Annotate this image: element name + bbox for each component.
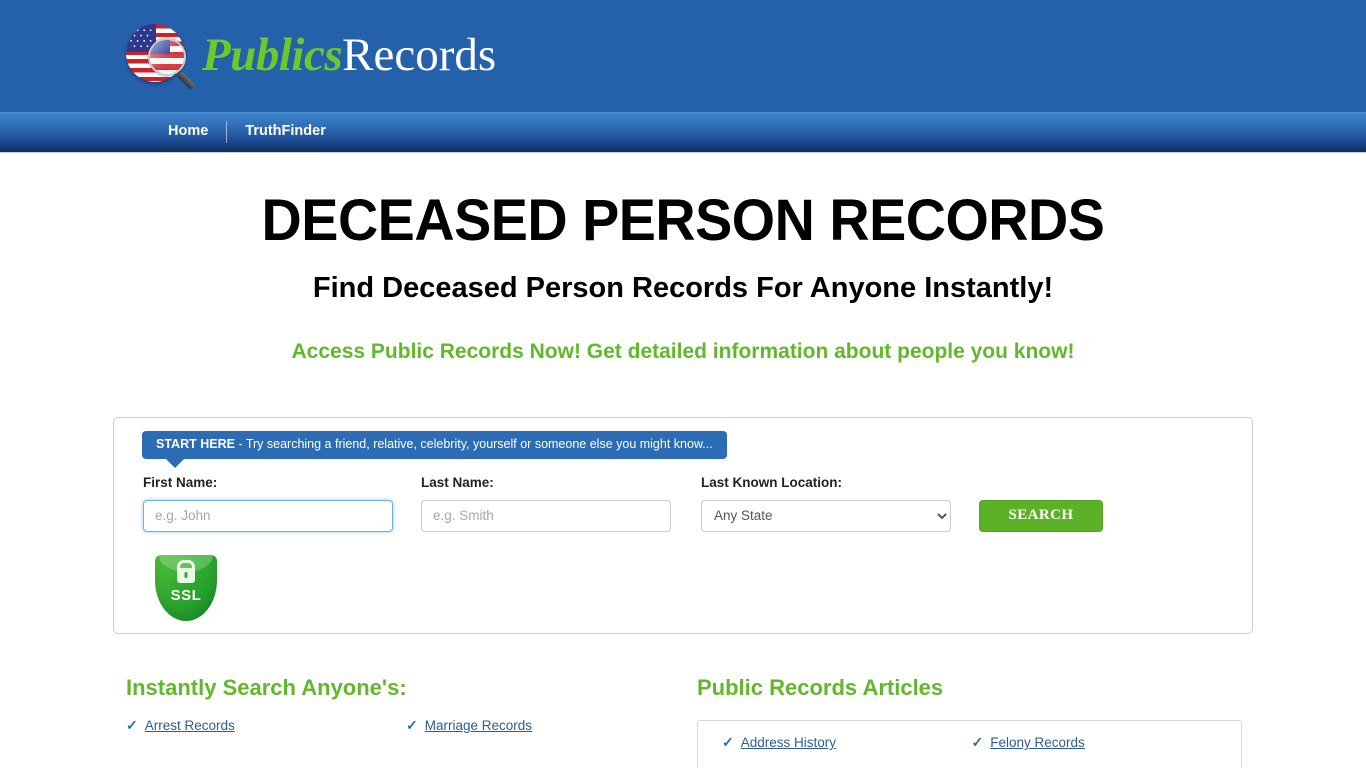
list-item: ✓ Marriage Records: [406, 718, 686, 733]
instant-search-link-grid: ✓ Arrest Records ✓ Marriage Records: [126, 718, 686, 750]
articles-section: Public Records Articles ✓ Address Histor…: [697, 660, 1242, 768]
lower-content: Instantly Search Anyone's: ✓ Arrest Reco…: [0, 660, 1366, 768]
list-item: ✓ Arrest Records: [126, 718, 406, 733]
ssl-shield-lock-icon: SSL: [155, 555, 217, 621]
location-field-group: Last Known Location: Any State: [701, 476, 951, 532]
articles-box: ✓ Address History ✓ Felony Records: [697, 720, 1242, 768]
start-here-label: START HERE: [156, 437, 235, 451]
ssl-badge-label: SSL: [170, 587, 202, 604]
logo-text: PublicsRecords: [202, 28, 497, 81]
usa-flag-magnifier-icon: [124, 18, 196, 92]
first-name-label: First Name:: [143, 475, 218, 490]
page-title: DECEASED PERSON RECORDS: [261, 188, 1105, 253]
last-name-field-group: Last Name:: [421, 476, 671, 532]
site-logo[interactable]: PublicsRecords: [124, 18, 496, 92]
magnifier-lens-gloss: [150, 40, 184, 74]
link-marriage-records[interactable]: Marriage Records: [425, 719, 532, 733]
magnifier-lens-icon: [148, 38, 186, 76]
list-item: ✓ Felony Records: [972, 735, 1222, 750]
first-name-field-group: First Name:: [143, 476, 393, 532]
last-name-label: Last Name:: [421, 475, 494, 490]
search-panel: START HERE - Try searching a friend, rel…: [113, 417, 1253, 634]
link-address-history[interactable]: Address History: [741, 736, 836, 750]
articles-link-grid: ✓ Address History ✓ Felony Records: [722, 735, 1221, 767]
site-header: PublicsRecords: [0, 0, 1366, 112]
link-arrest-records[interactable]: Arrest Records: [145, 719, 235, 733]
logo-text-records: Records: [342, 28, 497, 81]
link-felony-records[interactable]: Felony Records: [990, 736, 1085, 750]
nav-item-home[interactable]: Home: [150, 124, 226, 139]
articles-title: Public Records Articles: [697, 675, 944, 700]
start-here-callout: START HERE - Try searching a friend, rel…: [142, 431, 727, 467]
first-name-input[interactable]: [143, 499, 393, 532]
ssl-badge: SSL: [155, 555, 217, 621]
last-name-input[interactable]: [421, 499, 671, 532]
location-label: Last Known Location:: [701, 475, 842, 490]
instant-search-title: Instantly Search Anyone's:: [126, 675, 407, 700]
instant-search-section: Instantly Search Anyone's: ✓ Arrest Reco…: [126, 660, 686, 750]
hero-tagline: Access Public Records Now! Get detailed …: [291, 339, 1075, 363]
search-form: First Name: Last Name: Last Known Locati…: [143, 476, 1232, 532]
page-subtitle: Find Deceased Person Records For Anyone …: [312, 271, 1054, 304]
padlock-icon: [177, 568, 195, 583]
state-select[interactable]: Any State: [701, 499, 951, 532]
nav-item-truthfinder[interactable]: TruthFinder: [227, 124, 344, 139]
start-here-text: - Try searching a friend, relative, cele…: [234, 437, 713, 451]
primary-navigation: Home TruthFinder: [0, 112, 1366, 150]
list-item: ✓ Address History: [722, 735, 972, 750]
check-icon: ✓: [406, 717, 418, 734]
logo-text-publics: Publics: [202, 28, 343, 81]
check-icon: ✓: [126, 717, 138, 734]
search-button[interactable]: SEARCH: [979, 499, 1103, 532]
hero-section: DECEASED PERSON RECORDS Find Deceased Pe…: [0, 153, 1366, 363]
check-icon: ✓: [722, 734, 734, 751]
check-icon: ✓: [971, 734, 984, 751]
